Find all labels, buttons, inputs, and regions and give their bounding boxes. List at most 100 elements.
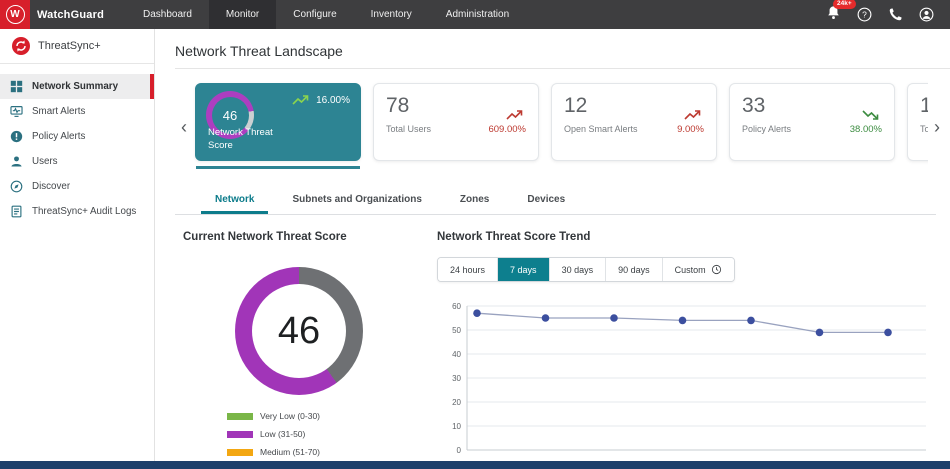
top-navigation: Dashboard Monitor Configure Inventory Admini… <box>126 0 526 29</box>
time-range-selector: 24 hours 7 days 30 days 90 days Custom <box>437 257 735 282</box>
page-title: Network Threat Landscape <box>175 39 950 69</box>
alert-circle-icon <box>10 130 23 143</box>
tab-subnets-and-organizations[interactable]: Subnets and Organizations <box>278 188 435 214</box>
sidebar-item-network-summary[interactable]: Network Summary <box>0 74 154 99</box>
legend-label: Medium (51-70) <box>260 447 320 457</box>
tab-zones[interactable]: Zones <box>446 188 503 214</box>
trend-up-icon <box>684 109 704 121</box>
trend-indicator: 609.00% <box>488 94 526 150</box>
main-content: Network Threat Landscape ‹ 46 16.00% Netwo… <box>155 29 950 461</box>
phone-icon[interactable] <box>888 7 903 22</box>
legend-item: Medium (51-70) <box>227 447 415 457</box>
clock-icon <box>711 264 722 275</box>
range-button-30-days[interactable]: 30 days <box>549 258 607 281</box>
topnav-item-configure[interactable]: Configure <box>276 0 353 29</box>
sidebar-item-label: Smart Alerts <box>32 106 86 117</box>
card-label: Network Threat Score <box>208 127 273 151</box>
notifications-button[interactable]: 24k+ <box>826 0 856 25</box>
card-total-users[interactable]: 78 Total Users 609.00% <box>373 83 539 161</box>
range-label: 30 days <box>561 264 594 275</box>
sidebar-item-label: Network Summary <box>32 81 119 92</box>
topnav-item-dashboard[interactable]: Dashboard <box>126 0 209 29</box>
trend-up-icon <box>292 94 312 106</box>
summary-cards-row: ‹ 46 16.00% Network Threat Score 78 Total Us… <box>175 81 950 172</box>
topbar: W WatchGuard Dashboard Monitor Configure In… <box>0 0 950 29</box>
watchguard-logo: W <box>0 0 30 29</box>
legend-swatch <box>227 430 253 438</box>
card-label: Policy Alerts <box>742 124 792 135</box>
sidebar-title: ThreatSync+ <box>38 40 101 52</box>
trend-value: 38.00% <box>849 124 882 135</box>
sidebar-item-smart-alerts[interactable]: Smart Alerts <box>0 99 154 124</box>
monitor-pulse-icon <box>10 105 23 118</box>
svg-text:40: 40 <box>452 350 461 359</box>
top-actions: 24k+? <box>826 0 950 29</box>
panels: Current Network Threat Score 46 Very Low… <box>175 231 950 461</box>
bottom-bar <box>0 461 950 469</box>
person-circle-icon[interactable] <box>919 7 934 22</box>
trend-value: 609.00% <box>488 124 526 135</box>
summary-cards: 46 16.00% Network Threat Score 78 Total User… <box>193 81 928 172</box>
sidebar-item-threatsync-audit-logs[interactable]: ThreatSync+ Audit Logs <box>0 199 154 224</box>
topnav-item-monitor[interactable]: Monitor <box>208 0 277 29</box>
trend-panel: Network Threat Score Trend 24 hours 7 day… <box>415 231 942 461</box>
svg-text:10: 10 <box>452 422 461 431</box>
sidebar-item-label: ThreatSync+ Audit Logs <box>32 206 137 217</box>
sidebar-item-label: Users <box>32 156 58 167</box>
notification-badge: 24k+ <box>833 0 856 9</box>
trend-indicator: 16.00% <box>292 94 350 106</box>
svg-text:0: 0 <box>457 446 462 455</box>
sidebar-item-discover[interactable]: Discover <box>0 174 154 199</box>
gauge-title: Current Network Threat Score <box>183 231 347 243</box>
svg-text:20: 20 <box>452 398 461 407</box>
range-label: 7 days <box>510 264 537 275</box>
topnav-item-administration[interactable]: Administration <box>429 0 526 29</box>
legend-swatch <box>227 448 253 456</box>
range-label: 24 hours <box>450 264 486 275</box>
legend-swatch <box>227 412 253 420</box>
range-button-7-days[interactable]: 7 days <box>498 258 550 281</box>
tab-devices[interactable]: Devices <box>513 188 579 214</box>
trend-down-icon <box>862 109 882 121</box>
sidebar-header: ThreatSync+ <box>0 29 154 64</box>
tab-network[interactable]: Network <box>201 188 269 214</box>
sidebar-item-label: Policy Alerts <box>32 131 86 142</box>
card-value: 159 <box>920 94 928 117</box>
card-value: 12 <box>564 94 588 117</box>
card-policy-alerts[interactable]: 33 Policy Alerts 38.00% <box>729 83 895 161</box>
trend-chart: 010203040506011/15/202411/16/202411/17/2… <box>452 302 926 455</box>
document-list-icon <box>10 205 23 218</box>
grid-icon <box>10 80 23 93</box>
legend-label: Very Low (0-30) <box>260 411 320 421</box>
help-icon[interactable]: ? <box>857 7 872 22</box>
card-label: Total Users <box>386 124 432 135</box>
card-label: Total Devices <box>920 124 928 135</box>
gauge-legend: Very Low (0-30) Low (31-50) Medium (51-70)… <box>227 411 415 461</box>
range-button-24-hours[interactable]: 24 hours <box>438 258 499 281</box>
user-icon <box>10 155 23 168</box>
card-open-smart-alerts[interactable]: 12 Open Smart Alerts 9.00% <box>551 83 717 161</box>
sidebar-item-label: Discover <box>32 181 71 192</box>
sidebar-item-policy-alerts[interactable]: Policy Alerts <box>0 124 154 149</box>
card-network-threat-score[interactable]: 46 16.00% Network Threat Score <box>195 83 361 169</box>
card-value: 33 <box>742 94 766 117</box>
compass-icon <box>10 180 23 193</box>
carousel-prev-button[interactable]: ‹ <box>175 118 193 136</box>
card-label: Open Smart Alerts <box>564 124 638 135</box>
trend-value: 16.00% <box>316 94 350 106</box>
threatsync-icon <box>12 37 30 55</box>
trend-chart-wrap: 010203040506011/15/202411/16/202411/17/2… <box>437 296 942 461</box>
legend-item: Very Low (0-30) <box>227 411 415 421</box>
svg-text:60: 60 <box>452 302 461 311</box>
range-button-90-days[interactable]: 90 days <box>606 258 663 281</box>
carousel-next-button[interactable]: › <box>928 118 946 136</box>
trend-up-icon <box>506 109 526 121</box>
sidebar-item-users[interactable]: Users <box>0 149 154 174</box>
svg-text:?: ? <box>862 10 867 20</box>
range-button-custom[interactable]: Custom <box>662 258 734 281</box>
card-total-devices[interactable]: 159 Total Devices <box>907 83 928 161</box>
trend-indicator: 9.00% <box>677 94 704 150</box>
topnav-item-inventory[interactable]: Inventory <box>354 0 429 29</box>
range-label: Custom <box>674 264 706 275</box>
card-value: 78 <box>386 94 410 117</box>
